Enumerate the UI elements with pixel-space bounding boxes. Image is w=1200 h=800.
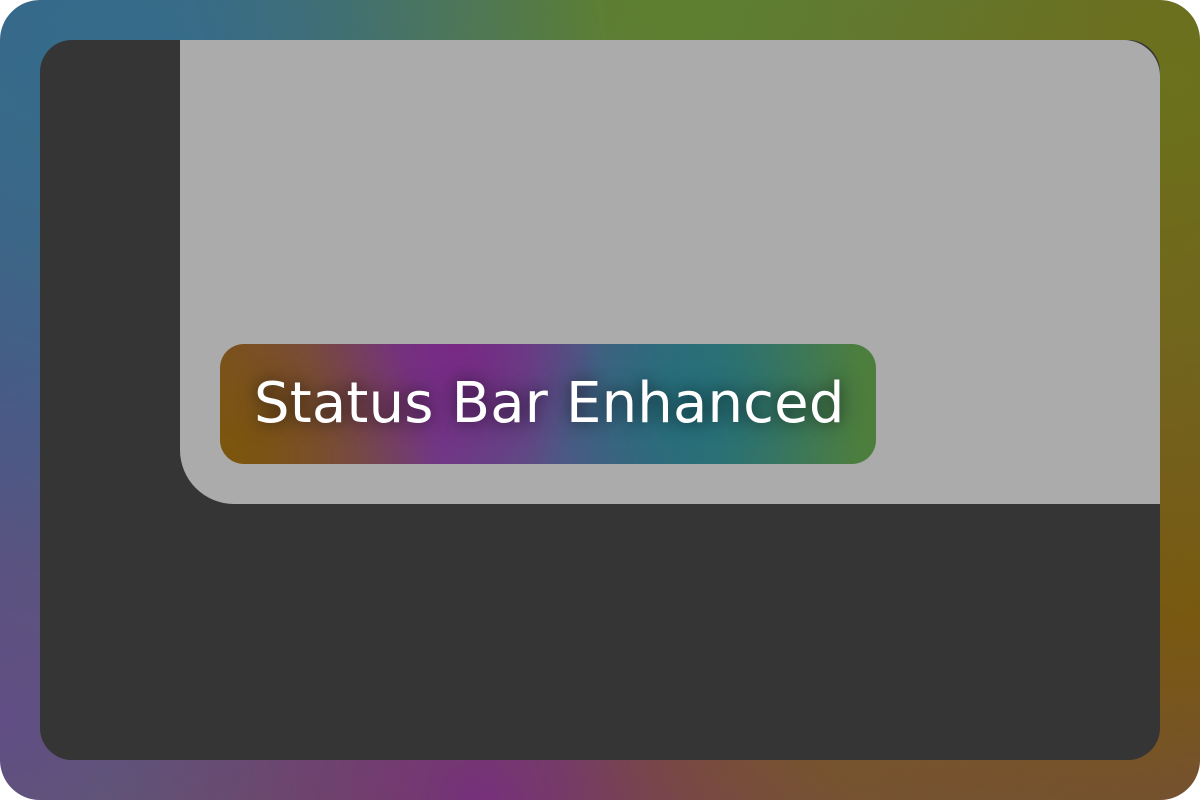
app-frame: Status Bar Enhanced xyxy=(0,0,1200,800)
status-bar: Status Bar Enhanced xyxy=(220,344,876,464)
status-bar-label: Status Bar Enhanced xyxy=(254,371,845,436)
window-panel: Status Bar Enhanced xyxy=(40,40,1160,760)
content-area: Status Bar Enhanced xyxy=(180,40,1160,504)
